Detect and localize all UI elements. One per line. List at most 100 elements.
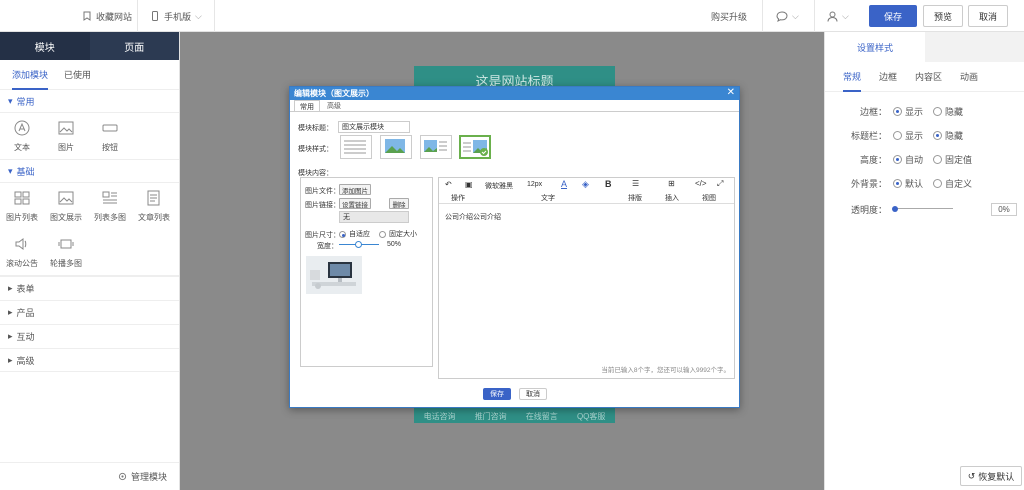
image-thumbnail[interactable] [306,256,362,294]
titlebar-hide-radio[interactable]: 隐藏 [933,129,963,142]
module-list-multi-image[interactable]: 列表多图 [88,183,132,229]
device-switch[interactable]: 手机版 ⌵ [150,0,202,32]
size-auto-radio[interactable]: 自适应 [339,229,370,239]
save-button[interactable]: 保存 [869,5,917,27]
size-fixed-radio[interactable]: 固定大小 [379,229,417,239]
bg-custom-radio[interactable]: 自定义 [933,177,972,190]
chevron-down-icon: ⌵ [792,10,799,21]
category-basic[interactable]: ▾ 基础 [0,160,179,182]
tab-advanced[interactable]: 高级 [322,100,346,111]
article-icon [147,190,160,205]
editor-content[interactable]: 公司介绍公司介绍 [445,212,501,222]
background-setting: 外背景： 默认 自定义 [850,177,973,190]
site-nav-item[interactable]: QQ客服 [577,411,605,422]
tab-style-settings[interactable]: 设置样式 [825,32,925,62]
module-title-input[interactable]: 图文展示模块 [338,121,410,133]
text-lines-icon [344,140,366,154]
module-button[interactable]: 按钮 [88,113,132,159]
module-article-list[interactable]: 文章列表 [132,183,176,229]
subtab-add-module[interactable]: 添加模块 [12,60,49,90]
border-hide-radio[interactable]: 隐藏 [933,105,963,118]
caret-right-icon: ▸ [8,331,13,341]
site-bottom-nav: 电话咨询 推门咨询 在线留言 QQ客服 [414,409,615,423]
width-slider[interactable] [339,241,379,249]
font-color-icon[interactable]: A [561,179,567,189]
fullscreen-icon[interactable]: ⤢ [717,179,723,189]
preview-button[interactable]: 预览 [923,5,963,27]
category-interaction[interactable]: ▸ 互动 [0,324,179,348]
toolbar-insert-menu[interactable]: 插入 [665,193,679,203]
font-size-select[interactable]: 12px [527,181,542,188]
category-advanced[interactable]: ▸ 高级 [0,348,179,372]
undo-icon[interactable]: ↶ [445,180,452,189]
subtab-used[interactable]: 已使用 [64,68,91,81]
restore-default-button[interactable]: ↺ 恢复默认 [960,466,1022,486]
module-text[interactable]: 文本 [0,113,44,159]
collect-site-button[interactable]: 收藏网站 [82,0,132,32]
titlebar-show-radio[interactable]: 显示 [893,129,923,142]
subtab-content-area[interactable]: 内容区 [915,70,942,83]
style-option-image-left[interactable] [420,135,452,159]
site-nav-item[interactable]: 推门咨询 [475,411,507,422]
height-auto-radio[interactable]: 自动 [893,153,923,166]
account-menu[interactable]: ⌵ [827,0,849,32]
subtab-border[interactable]: 边框 [879,70,897,83]
manage-modules-button[interactable]: 管理模块 [0,462,179,490]
module-image-list[interactable]: 图片列表 [0,183,44,229]
upgrade-link[interactable]: 购买升级 [711,0,747,32]
set-link-button[interactable]: 设置链接 [339,198,371,209]
style-option-image-right-selected[interactable] [459,135,491,159]
module-image-text[interactable]: 图文展示 [44,183,88,229]
category-common[interactable]: ▾ 常用 [0,90,179,112]
height-fixed-radio[interactable]: 固定值 [933,153,972,166]
chevron-down-icon: ⌵ [842,10,849,21]
tab-common[interactable]: 常用 [294,100,320,111]
toolbar-text-menu[interactable]: 文字 [541,193,555,203]
tab-modules[interactable]: 模块 [0,32,90,60]
font-family-select[interactable]: 微软雅黑 [485,181,513,191]
toolbar-layout-menu[interactable]: 排版 [628,193,642,203]
toolbar-view-menu[interactable]: 视图 [702,193,716,203]
insert-icon[interactable]: ⊞ [668,179,675,188]
dialog-titlebar: 编辑模块（图文展示） ✕ [290,87,739,100]
border-show-radio[interactable]: 显示 [893,105,923,118]
basic-modules: 图片列表 图文展示 列表多图 文章列表 滚动公告 轮播多图 [0,182,179,276]
toolbar-op-menu[interactable]: 操作 [451,193,465,203]
bold-icon[interactable]: B [605,179,612,189]
subtab-animation[interactable]: 动画 [960,70,978,83]
site-nav-item[interactable]: 电话咨询 [424,411,456,422]
caret-right-icon: ▸ [8,354,13,365]
category-product[interactable]: ▸ 产品 [0,300,179,324]
caret-down-icon: ▾ [8,165,13,176]
style-option-image-top[interactable] [380,135,412,159]
edit-module-dialog: 编辑模块（图文展示） ✕ 常用 高级 模块标题： 图文展示模块 模块样式： 模块… [289,86,740,408]
subtab-general[interactable]: 常规 [843,62,862,92]
image-right-text-check-icon [463,140,488,156]
cancel-button[interactable]: 取消 [968,5,1008,27]
messages-button[interactable]: ⌵ [776,0,799,32]
speaker-icon [15,237,27,250]
delete-link-button[interactable]: 删除 [389,198,409,209]
add-image-button[interactable]: 添加图片 [339,184,371,195]
code-icon[interactable]: </> [695,179,707,188]
category-form[interactable]: ▸ 表单 [0,276,179,300]
align-icon[interactable]: ☰ [632,179,639,188]
right-panel-tabbar: 设置样式 [825,32,1024,62]
module-image[interactable]: 图片 [44,113,88,159]
top-toolbar: 收藏网站 手机版 ⌵ 购买升级 ⌵ ⌵ 保存 预览 取消 [0,0,1024,32]
opacity-slider[interactable] [892,204,953,214]
paste-icon[interactable]: ▣ [465,180,473,189]
dialog-cancel-button[interactable]: 取消 [519,388,547,400]
close-icon[interactable]: ✕ [727,87,735,98]
dialog-save-button[interactable]: 保存 [483,388,511,400]
tab-pages[interactable]: 页面 [90,32,180,60]
module-scroll-notice[interactable]: 滚动公告 [0,229,44,275]
style-option-text[interactable] [340,135,372,159]
right-panel: 设置样式 常规 边框 内容区 动画 边框： 显示 隐藏 标题栏： 显示 隐藏 高… [824,32,1024,490]
bg-default-radio[interactable]: 默认 [893,177,923,190]
site-nav-item[interactable]: 在线留言 [526,411,558,422]
opacity-value[interactable]: 0% [991,202,1017,216]
highlight-icon[interactable]: ◈ [582,179,589,190]
button-icon [102,124,118,131]
module-carousel[interactable]: 轮播多图 [44,229,88,275]
